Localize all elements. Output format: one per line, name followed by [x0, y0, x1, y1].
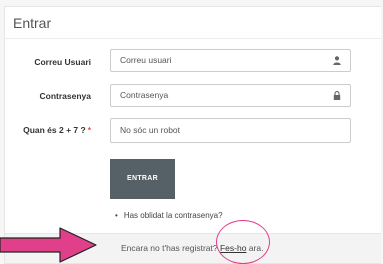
pointer-arrow-annotation	[0, 227, 97, 263]
username-label: Correu Usuari	[34, 57, 91, 67]
password-field[interactable]: Contrasenya	[110, 84, 351, 107]
register-text-before: Encara no t'has registrat?	[121, 243, 220, 253]
username-placeholder: Correu usuari	[120, 55, 172, 65]
captcha-placeholder: No sóc un robot	[120, 125, 181, 135]
forgot-password-link[interactable]: Has oblidat la contrasenya?	[124, 211, 223, 220]
highlight-circle-annotation	[216, 220, 270, 264]
required-marker: *	[87, 125, 91, 135]
page-title: Entrar	[13, 15, 52, 31]
forgot-password-item: • Has oblidat la contrasenya?	[115, 211, 223, 220]
user-icon	[333, 56, 341, 65]
username-field[interactable]: Correu usuari	[110, 49, 351, 72]
lock-icon	[333, 91, 341, 100]
password-label: Contrasenya	[39, 91, 92, 101]
panel-header: Entrar	[5, 7, 381, 39]
captcha-field[interactable]: No sóc un robot	[110, 118, 351, 143]
password-placeholder: Contrasenya	[120, 90, 169, 100]
login-button[interactable]: ENTRAR	[110, 159, 175, 199]
captcha-question: Quan és 2 + 7 ?	[23, 125, 86, 135]
list-bullet: •	[115, 211, 118, 220]
captcha-label: Quan és 2 + 7 ? *	[23, 125, 91, 135]
